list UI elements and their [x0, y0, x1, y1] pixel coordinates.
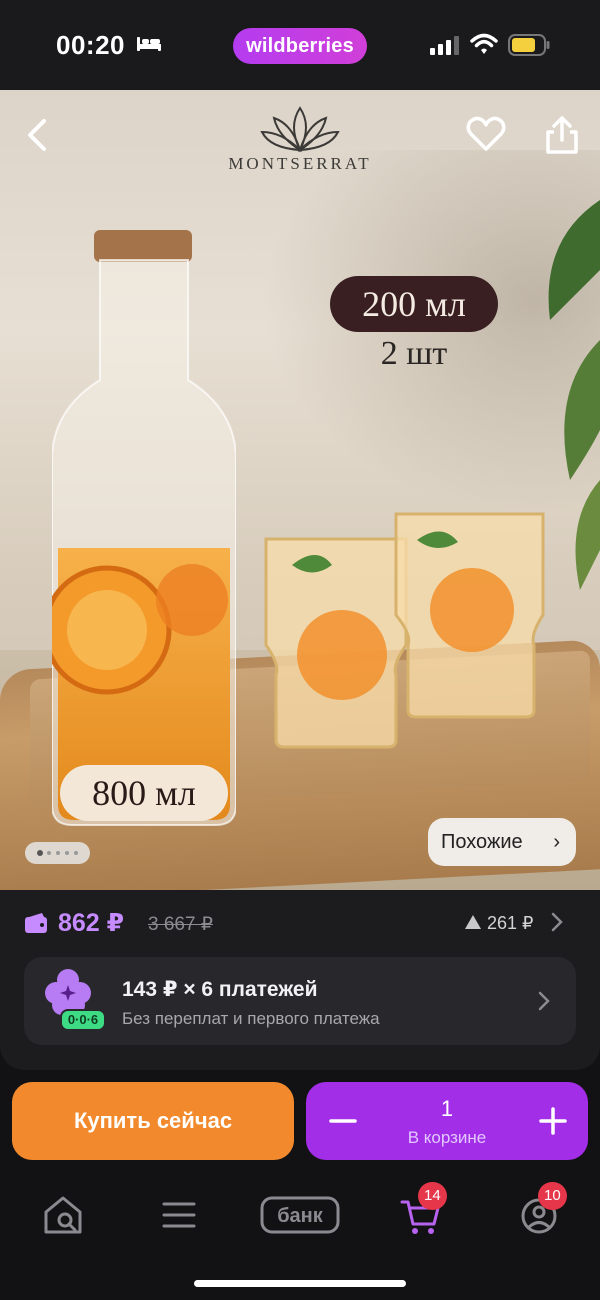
price-panel: 862 ₽ 3 667 ₽ 261 ₽ 0·0·6 143 ₽ × 6 плат…: [0, 890, 600, 1070]
profile-badge: 10: [538, 1182, 567, 1210]
bank-tab[interactable]: банк: [260, 1190, 340, 1240]
minus-icon[interactable]: [328, 1104, 358, 1138]
installment-card[interactable]: 0·0·6 143 ₽ × 6 платежей Без переплат и …: [24, 957, 576, 1045]
home-search-icon[interactable]: [38, 1190, 88, 1240]
carousel-dot-active: [37, 850, 43, 856]
back-arrow-icon[interactable]: [22, 118, 56, 152]
carousel-dot: [56, 851, 60, 855]
carousel-dot: [47, 851, 51, 855]
installment-title: 143 ₽ × 6 платежей: [122, 978, 318, 1001]
product-gallery[interactable]: MONTSERRAT 200 мл 2 шт 800 мл Похожие ›: [0, 90, 600, 890]
sleep-mode-icon: [137, 37, 161, 51]
installment-subtitle: Без переплат и первого платежа: [122, 1009, 380, 1028]
status-bar: 00:20 wildberries: [0, 0, 600, 90]
bank-badge-icon: банк: [260, 1196, 340, 1234]
similar-products-button[interactable]: Похожие ›: [428, 818, 576, 866]
favorite-heart-icon[interactable]: [466, 116, 506, 152]
chevron-right-icon: [538, 991, 550, 1011]
current-price: 862 ₽: [58, 909, 125, 937]
in-cart-label: В корзине: [407, 1128, 487, 1147]
app-indicator-pill[interactable]: wildberries: [233, 28, 367, 64]
brand-name: MONTSERRAT: [228, 154, 372, 173]
cart-tab[interactable]: 14: [396, 1182, 447, 1240]
carousel-dot: [74, 851, 78, 855]
glass-image: [394, 512, 545, 719]
wifi-icon: [470, 33, 498, 54]
battery-icon: [508, 34, 550, 56]
installment-badge: 0·0·6: [60, 1009, 106, 1031]
glass-image: [264, 537, 408, 749]
cart-quantity: 1: [440, 1096, 454, 1121]
old-price: 3 667 ₽: [148, 914, 213, 935]
status-time: 00:20: [56, 30, 125, 60]
buy-now-button[interactable]: Купить сейчас: [12, 1082, 294, 1160]
wallet-icon: [25, 913, 47, 933]
share-icon[interactable]: [542, 114, 582, 156]
plus-icon[interactable]: [536, 1104, 570, 1138]
carousel-dot: [65, 851, 69, 855]
carousel-dots[interactable]: [25, 842, 90, 864]
chevron-right-icon[interactable]: [551, 912, 563, 932]
volume-tag-glass: 200 мл: [330, 276, 498, 332]
bottom-tab-bar: банк 14 10: [0, 1180, 600, 1250]
price-up-triangle-icon: [465, 915, 481, 929]
similar-products-label: Похожие: [441, 831, 523, 853]
count-tag: 2 шт: [380, 335, 448, 372]
bank-tab-label: банк: [277, 1205, 324, 1227]
home-indicator: [194, 1280, 406, 1287]
profile-tab[interactable]: 10: [514, 1182, 567, 1240]
cart-quantity-stepper: 1 В корзине: [306, 1082, 588, 1160]
carafe-image: [52, 230, 236, 826]
menu-icon[interactable]: [154, 1190, 204, 1240]
cart-badge: 14: [418, 1182, 447, 1210]
cellular-signal-icon: [430, 36, 459, 55]
price-change-value[interactable]: 261 ₽: [487, 913, 534, 934]
volume-tag-carafe: 800 мл: [60, 765, 228, 821]
chevron-right-icon: ›: [553, 831, 560, 853]
